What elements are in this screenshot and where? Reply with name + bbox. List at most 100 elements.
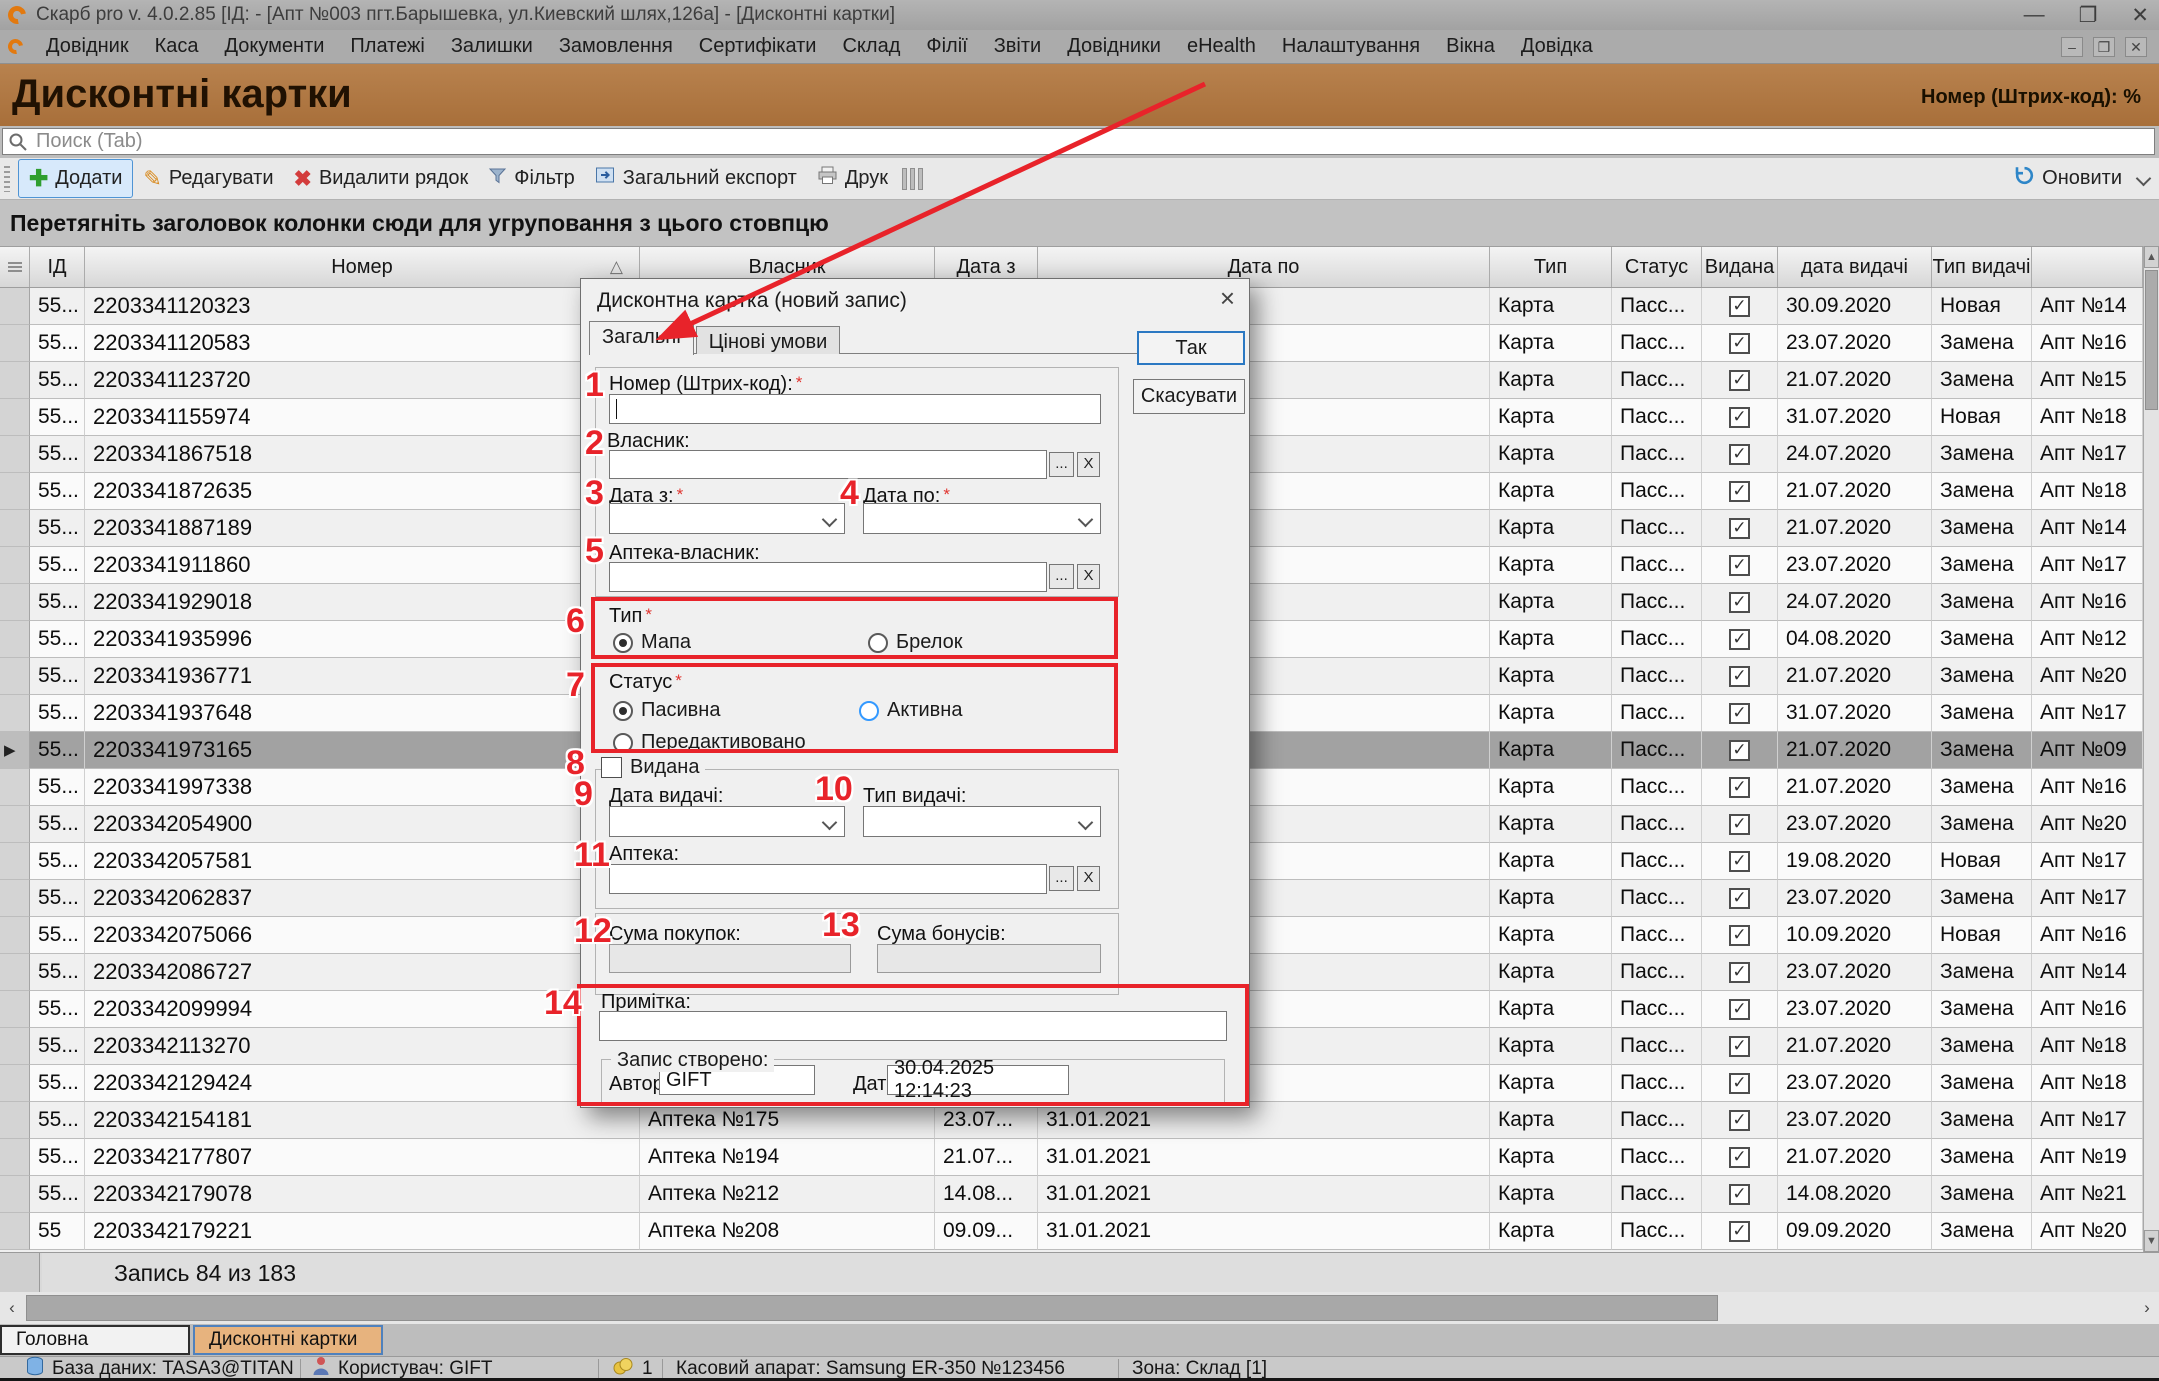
refresh-button[interactable]: Оновити (2004, 160, 2132, 197)
menu-item-6[interactable]: Сертифікати (686, 31, 830, 62)
toolbar-overflow-chevron-icon[interactable] (2136, 171, 2152, 187)
cell-number: 2203341867518 (85, 436, 640, 473)
cell-number: 2203341120323 (85, 288, 640, 325)
vertical-scroll-thumb[interactable] (2145, 270, 2158, 410)
cell-owner: Аптека №208 (640, 1213, 935, 1250)
horizontal-scroll-thumb[interactable] (26, 1295, 1718, 1321)
column-header-issue-type[interactable]: Тип видачі (1932, 247, 2032, 287)
cell-pharmacy: Апт №15 (2032, 362, 2143, 399)
vertical-scrollbar[interactable]: ▲ ▼ (2143, 246, 2159, 1252)
app-logo-icon (4, 2, 29, 27)
menu-item-9[interactable]: Звіти (981, 31, 1054, 62)
owner-input[interactable] (609, 450, 1047, 479)
tab-home[interactable]: Головна (0, 1325, 190, 1355)
add-button[interactable]: ✚ Додати (18, 159, 133, 198)
cell-issue-date: 23.07.2020 (1778, 806, 1932, 843)
delete-row-button[interactable]: ✖ Видалити рядок (284, 161, 479, 197)
radio-status-passive[interactable]: Пасивна (613, 699, 720, 722)
created-date-input[interactable]: 30.04.2025 12:14:23 (887, 1065, 1069, 1095)
minimize-button[interactable]: — (2024, 3, 2045, 27)
scroll-left-icon[interactable]: ‹ (0, 1295, 24, 1321)
edit-button[interactable]: ✎ Редагувати (133, 161, 283, 197)
cell-id: 55... (30, 880, 85, 917)
column-header-pharmacy[interactable] (2032, 247, 2143, 287)
pharmacy-owner-browse-button[interactable]: ... (1049, 564, 1074, 589)
date-from-combo[interactable] (609, 503, 845, 534)
discount-card-dialog: Дисконтна картка (новий запис) × Загальн… (580, 278, 1250, 1108)
menu-item-10[interactable]: Довідники (1054, 31, 1174, 62)
scroll-down-icon[interactable]: ▼ (2144, 1230, 2159, 1252)
mdi-minimize-button[interactable]: – (2061, 37, 2083, 57)
ok-button[interactable]: Так (1137, 331, 1245, 365)
menu-item-3[interactable]: Платежі (337, 31, 437, 62)
note-input[interactable] (599, 1011, 1227, 1041)
radio-status-preactivated[interactable]: Передактивовано (613, 731, 806, 754)
print-button[interactable]: Друк (807, 161, 898, 196)
row-indicator-cell (0, 584, 30, 621)
export-button[interactable]: Загальний експорт (585, 161, 807, 196)
filter-button[interactable]: Фільтр (478, 161, 584, 196)
menu-item-4[interactable]: Залишки (438, 31, 546, 62)
owner-clear-button[interactable]: X (1077, 452, 1100, 477)
cell-issue-type: Замена (1932, 880, 2032, 917)
menu-item-8[interactable]: Філії (913, 31, 980, 62)
column-header-issue-date[interactable]: дата видачі (1778, 247, 1932, 287)
tab-price-terms[interactable]: Цінові умови (696, 326, 840, 354)
column-header-id[interactable]: ІД (30, 247, 85, 287)
number-input[interactable] (609, 394, 1101, 424)
mdi-close-button[interactable]: ✕ (2125, 37, 2147, 57)
pharmacy-owner-clear-button[interactable]: X (1077, 564, 1100, 589)
column-header-number[interactable]: Номер △ (85, 247, 640, 287)
pharmacy-browse-button[interactable]: ... (1049, 866, 1074, 891)
cell-type: Карта (1490, 547, 1612, 584)
column-header-type[interactable]: Тип (1490, 247, 1612, 287)
dialog-close-icon[interactable]: × (1220, 283, 1235, 314)
menu-item-0[interactable]: Довідник (33, 31, 142, 62)
menu-item-1[interactable]: Каса (142, 31, 212, 62)
radio-type-keychain[interactable]: Брелок (868, 631, 962, 654)
menu-item-12[interactable]: Налаштування (1269, 31, 1433, 62)
pharmacy-owner-input[interactable] (609, 562, 1047, 592)
menu-item-13[interactable]: Вікна (1433, 31, 1508, 62)
cell-issue-date: 21.07.2020 (1778, 510, 1932, 547)
cell-issue-type: Замена (1932, 584, 2032, 621)
tab-general[interactable]: Загальні (589, 321, 694, 355)
cell-issue-date: 23.07.2020 (1778, 880, 1932, 917)
close-button[interactable]: ✕ (2131, 3, 2149, 28)
search-input[interactable]: Поиск (Tab) (2, 128, 2155, 155)
table-row[interactable]: 552203342179221Аптека №20809.09...31.01.… (0, 1213, 2143, 1250)
radio-type-card[interactable]: Мапа (613, 631, 691, 654)
pharmacy-clear-button[interactable]: X (1077, 866, 1100, 891)
cell-status: Пасс... (1612, 436, 1702, 473)
table-row[interactable]: 55...2203342179078Аптека №21214.08...31.… (0, 1176, 2143, 1213)
group-by-panel[interactable]: Перетягніть заголовок колонки сюди для у… (0, 200, 2159, 246)
column-header-status[interactable]: Статус (1612, 247, 1702, 287)
scroll-up-icon[interactable]: ▲ (2144, 246, 2159, 268)
menu-item-2[interactable]: Документи (212, 31, 338, 62)
sort-ascending-icon: △ (610, 257, 623, 277)
issue-date-combo[interactable] (609, 806, 845, 837)
cancel-button[interactable]: Скасувати (1133, 379, 1245, 414)
menu-item-7[interactable]: Склад (829, 31, 913, 62)
menu-item-11[interactable]: eHealth (1174, 31, 1269, 62)
date-to-combo[interactable] (863, 503, 1101, 534)
pharmacy-input[interactable] (609, 864, 1047, 894)
tab-discount-cards[interactable]: Дисконтні картки (193, 1325, 383, 1355)
issue-type-combo[interactable] (863, 806, 1101, 837)
column-chooser-icon[interactable] (902, 168, 923, 190)
horizontal-scrollbar[interactable]: ‹ › (0, 1292, 2159, 1324)
owner-browse-button[interactable]: ... (1049, 452, 1074, 477)
menu-item-5[interactable]: Замовлення (546, 31, 686, 62)
table-row[interactable]: 55...2203342177807Аптека №19421.07...31.… (0, 1139, 2143, 1176)
menu-item-14[interactable]: Довідка (1508, 31, 1606, 62)
issued-checkbox[interactable]: Видана (601, 756, 705, 779)
scroll-right-icon[interactable]: › (2135, 1295, 2159, 1321)
selected-row-arrow-icon: ▶ (0, 732, 30, 769)
mdi-restore-button[interactable]: ❐ (2093, 37, 2115, 57)
radio-status-active[interactable]: Активна (859, 699, 962, 722)
status-group-label: Статус* (609, 671, 682, 694)
column-header-issued[interactable]: Видана (1702, 247, 1778, 287)
row-indicator-cell (0, 695, 30, 732)
cell-date-from: 21.07... (935, 1139, 1038, 1176)
restore-button[interactable]: ❐ (2079, 3, 2098, 28)
